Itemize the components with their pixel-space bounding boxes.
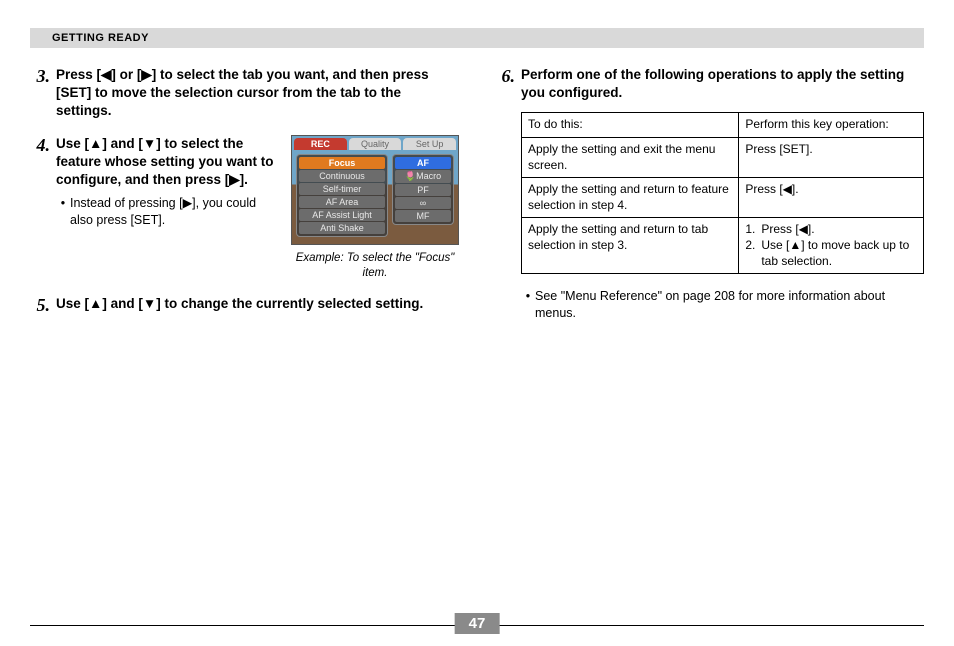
menu-item: Anti Shake: [299, 222, 385, 234]
figure-caption: Example: To select the "Focus" item.: [291, 251, 459, 281]
step-number: 6.: [495, 66, 521, 322]
table-cell: Apply the setting and return to tab sele…: [522, 218, 739, 274]
right-column: 6. Perform one of the following operatio…: [495, 66, 924, 336]
step-text: Use [▲] and [▼] to change the currently …: [56, 295, 459, 313]
menu-tab-setup: Set Up: [403, 138, 456, 150]
menu-value: MF: [395, 210, 451, 222]
menu-item: AF Area: [299, 196, 385, 208]
step-5: 5. Use [▲] and [▼] to change the current…: [30, 295, 459, 316]
page-number: 47: [455, 613, 500, 634]
menu-value: PF: [395, 184, 451, 196]
section-header: GETTING READY: [30, 28, 924, 48]
step-4: 4. Use [▲] and [▼] to select the feature…: [30, 135, 459, 281]
menu-item: AF Assist Light: [299, 209, 385, 221]
menu-feature-list: Focus Continuous Self-timer AF Area AF A…: [296, 154, 388, 237]
step-3: 3. Press [◀] or [▶] to select the tab yo…: [30, 66, 459, 121]
camera-menu-screenshot: REC Quality Set Up Focus Continuous Self…: [291, 135, 459, 245]
menu-value: ∞: [395, 197, 451, 209]
table-row: Apply the setting and exit the menu scre…: [522, 138, 924, 178]
two-column-layout: 3. Press [◀] or [▶] to select the tab yo…: [30, 66, 924, 336]
page-footer: 47: [30, 625, 924, 626]
step-number: 3.: [30, 66, 56, 121]
table-cell: 1.Press [◀]. 2.Use [▲] to move back up t…: [739, 218, 924, 274]
left-column: 3. Press [◀] or [▶] to select the tab yo…: [30, 66, 459, 336]
table-cell: Press [SET].: [739, 138, 924, 178]
menu-tab-quality: Quality: [349, 138, 402, 150]
table-header: To do this:: [522, 113, 739, 138]
menu-value-list: AF 🌷Macro PF ∞ MF: [392, 154, 454, 225]
step-text: Use [▲] and [▼] to select the feature wh…: [56, 135, 277, 190]
operations-table: To do this: Perform this key operation: …: [521, 112, 924, 274]
step-bullet: • Instead of pressing [▶], you could als…: [56, 195, 277, 229]
table-row: Apply the setting and return to tab sele…: [522, 218, 924, 274]
table-header: Perform this key operation:: [739, 113, 924, 138]
step-6: 6. Perform one of the following operatio…: [495, 66, 924, 322]
menu-item: Continuous: [299, 170, 385, 182]
table-header-row: To do this: Perform this key operation:: [522, 113, 924, 138]
table-cell: Apply the setting and exit the menu scre…: [522, 138, 739, 178]
note-bullet: • See "Menu Reference" on page 208 for m…: [521, 288, 924, 322]
step-text: Press [◀] or [▶] to select the tab you w…: [56, 66, 459, 121]
step-text: Perform one of the following operations …: [521, 66, 924, 102]
menu-value: AF: [395, 157, 451, 169]
step-number: 4.: [30, 135, 56, 281]
menu-item: Self-timer: [299, 183, 385, 195]
figure: REC Quality Set Up Focus Continuous Self…: [291, 135, 459, 281]
menu-value: 🌷Macro: [395, 170, 451, 183]
table-cell: Apply the setting and return to feature …: [522, 178, 739, 218]
menu-tab-rec: REC: [294, 138, 347, 150]
table-row: Apply the setting and return to feature …: [522, 178, 924, 218]
step-number: 5.: [30, 295, 56, 316]
table-cell: Press [◀].: [739, 178, 924, 218]
manual-page: GETTING READY 3. Press [◀] or [▶] to sel…: [0, 0, 954, 646]
menu-item: Focus: [299, 157, 385, 169]
